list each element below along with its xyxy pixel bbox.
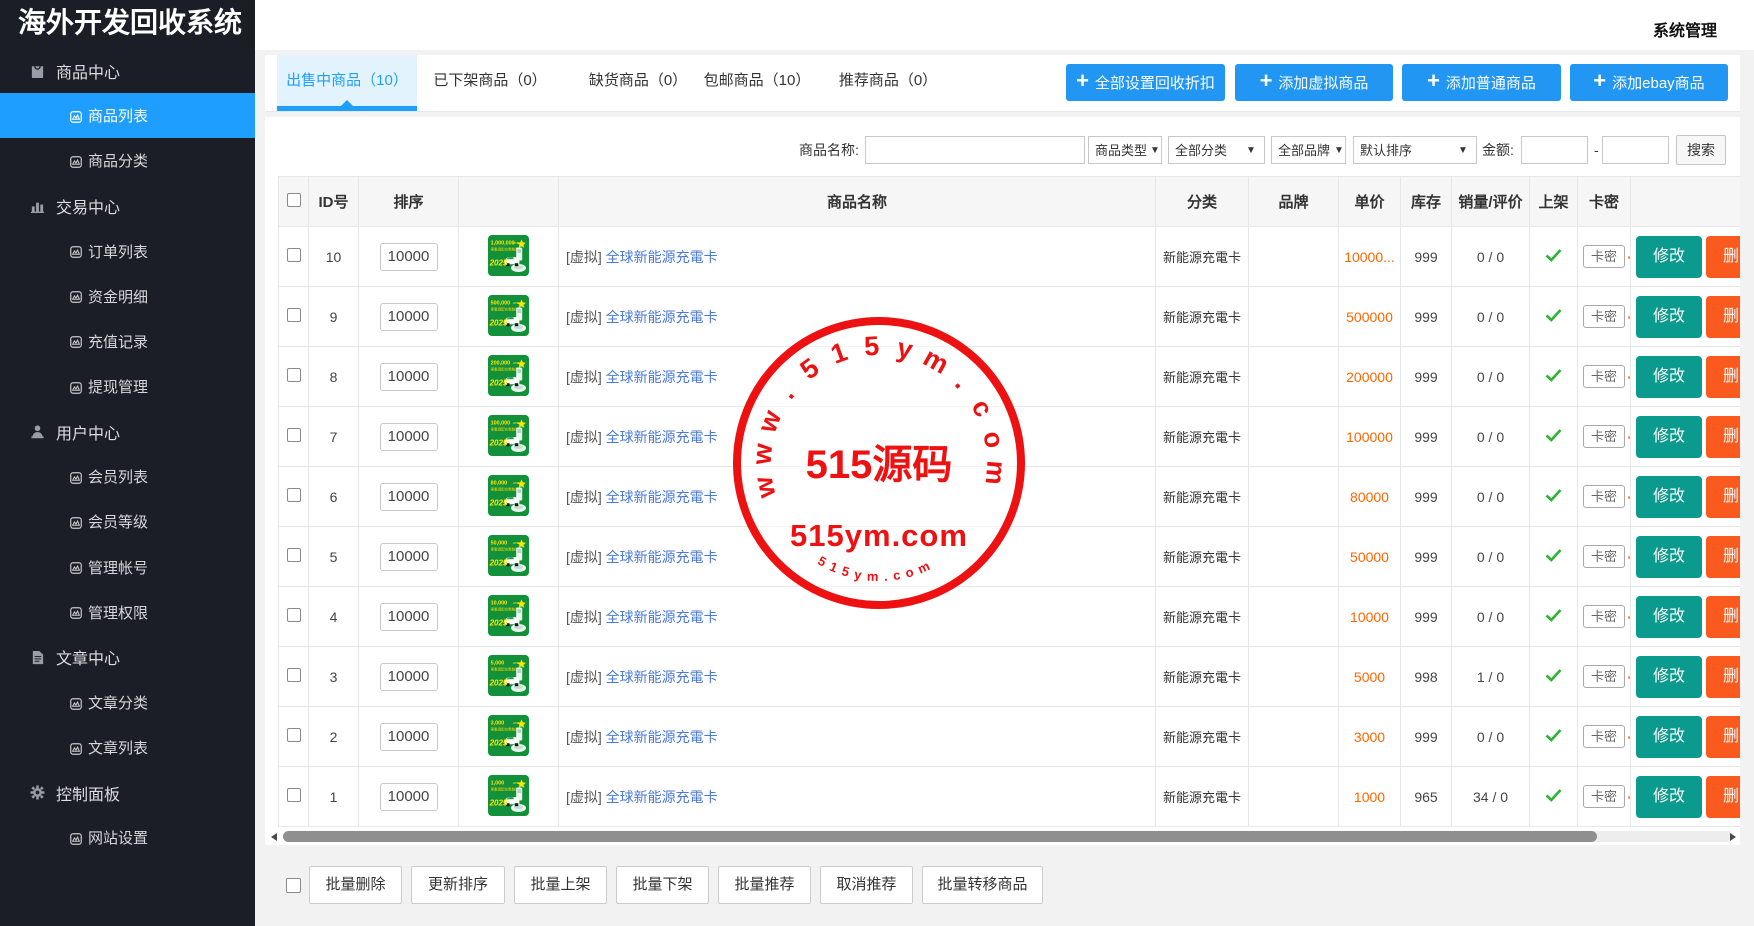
svg-text:2025: 2025 [489,438,508,447]
svg-text:2025: 2025 [489,378,508,387]
svg-text:2025: 2025 [489,798,508,807]
svg-text:車載適配充電裝置: 車載適配充電裝置 [491,606,519,611]
svg-text:10,000: 10,000 [491,600,508,606]
svg-text:80,000: 80,000 [491,480,508,486]
svg-text:車載適配充電裝置: 車載適配充電裝置 [491,546,519,551]
svg-text:2025: 2025 [489,318,508,327]
svg-text:200,000: 200,000 [491,360,511,366]
svg-text:m: m [980,460,1012,486]
svg-text:2025: 2025 [489,258,508,267]
svg-text:車載適配充電裝置: 車載適配充電裝置 [491,366,519,371]
svg-text:車載適配充電裝置: 車載適配充電裝置 [491,486,519,491]
svg-text:50,000: 50,000 [491,540,508,546]
svg-text:車載適配充電裝置: 車載適配充電裝置 [491,726,519,731]
svg-text:5,000: 5,000 [491,660,505,666]
svg-text:2025: 2025 [489,558,508,567]
svg-text:515源码: 515源码 [806,443,953,487]
svg-text:3,000: 3,000 [491,720,505,726]
svg-text:車載適配充電裝置: 車載適配充電裝置 [491,666,519,671]
svg-text:w: w [746,441,778,466]
svg-text:車載適配充電裝置: 車載適配充電裝置 [491,786,519,791]
svg-text:2025: 2025 [489,618,508,627]
svg-text:2025: 2025 [489,738,508,747]
svg-text:車載適配充電裝置: 車載適配充電裝置 [491,246,519,251]
svg-text:車載適配充電裝置: 車載適配充電裝置 [491,306,519,311]
svg-text:515ym.com: 515ym.com [790,518,968,553]
svg-text:100,000: 100,000 [491,420,511,426]
svg-text:2025: 2025 [489,498,508,507]
svg-text:車載適配充電裝置: 車載適配充電裝置 [491,426,519,431]
svg-text:1,000: 1,000 [491,780,505,786]
svg-text:500,000: 500,000 [491,300,511,306]
svg-text:1,000,000: 1,000,000 [491,240,515,246]
svg-text:2025: 2025 [489,678,508,687]
svg-text:5: 5 [863,331,880,362]
